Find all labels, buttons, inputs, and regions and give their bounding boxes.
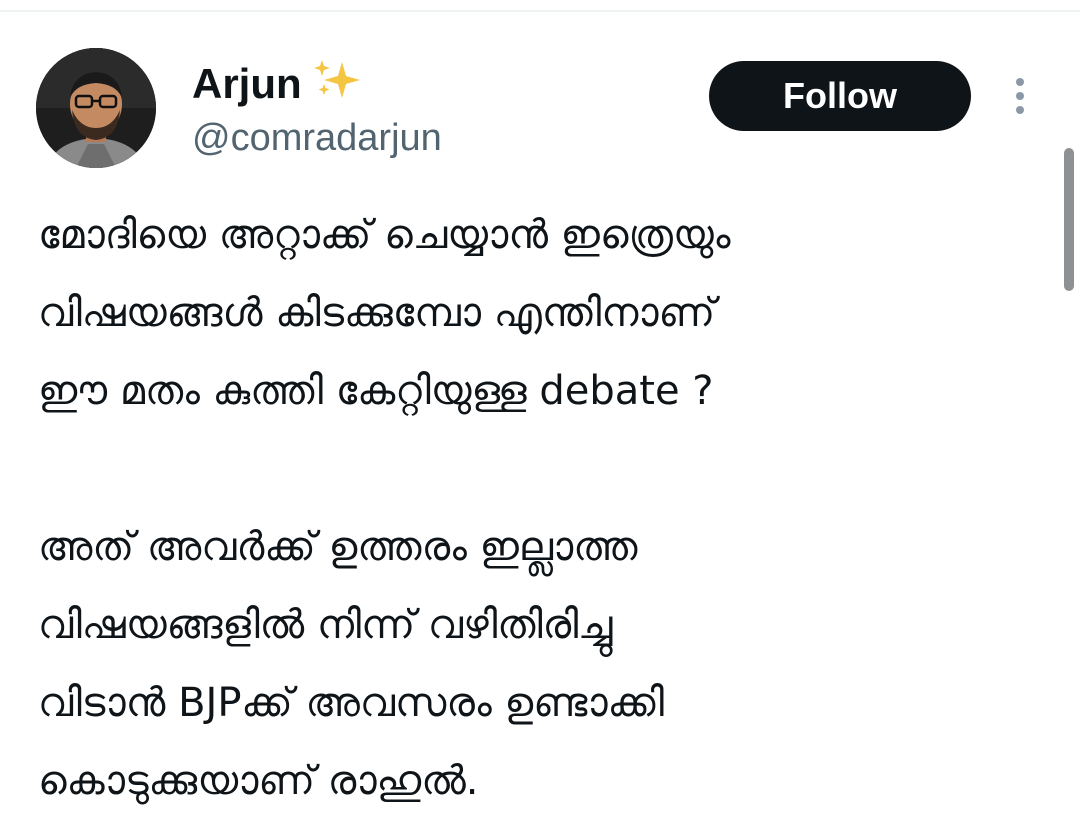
tweet-line: വിഷയങ്ങൾ കിടക്കുമ്പോ എന്തിനാണ്	[38, 290, 716, 336]
tweet-line: വിടാൻ BJPക്ക് അവസരം ഉണ്ടാക്കി	[38, 680, 665, 726]
top-divider	[0, 10, 1080, 12]
sparkles-icon	[312, 58, 364, 110]
tweet-line: ഈ മതം കുത്തി കേറ്റിയുള്ള debate ?	[38, 368, 714, 414]
author-display-name[interactable]: Arjun	[192, 60, 302, 107]
tweet-paragraph-2: അത് അവർക്ക് ഉത്തരം ഇല്ലാത്ത വിഷയങ്ങളിൽ ന…	[38, 508, 1048, 820]
avatar[interactable]	[36, 48, 156, 168]
tweet-line: കൊടുക്കുയാണ് രാഹുൽ.	[38, 758, 479, 804]
avatar-photo	[36, 48, 156, 168]
tweet-line: മോദിയെ അറ്റാക്ക് ചെയ്യാൻ ഇത്രെയും	[38, 212, 731, 258]
author-name-row[interactable]: Arjun	[192, 58, 364, 110]
tweet-text: മോദിയെ അറ്റാക്ക് ചെയ്യാൻ ഇത്രെയും വിഷയങ്…	[38, 196, 1048, 820]
author-handle[interactable]: @comradarjun	[192, 116, 442, 160]
vertical-ellipsis-icon[interactable]	[1008, 76, 1032, 116]
follow-button[interactable]: Follow	[709, 61, 971, 131]
tweet-line: അത് അവർക്ക് ഉത്തരം ഇല്ലാത്ത	[38, 524, 638, 570]
tweet-paragraph-1: മോദിയെ അറ്റാക്ക് ചെയ്യാൻ ഇത്രെയും വിഷയങ്…	[38, 196, 1048, 430]
tweet-line: വിഷയങ്ങളിൽ നിന്ന് വഴിതിരിച്ചു	[38, 602, 613, 648]
scrollbar-thumb[interactable]	[1064, 148, 1074, 291]
